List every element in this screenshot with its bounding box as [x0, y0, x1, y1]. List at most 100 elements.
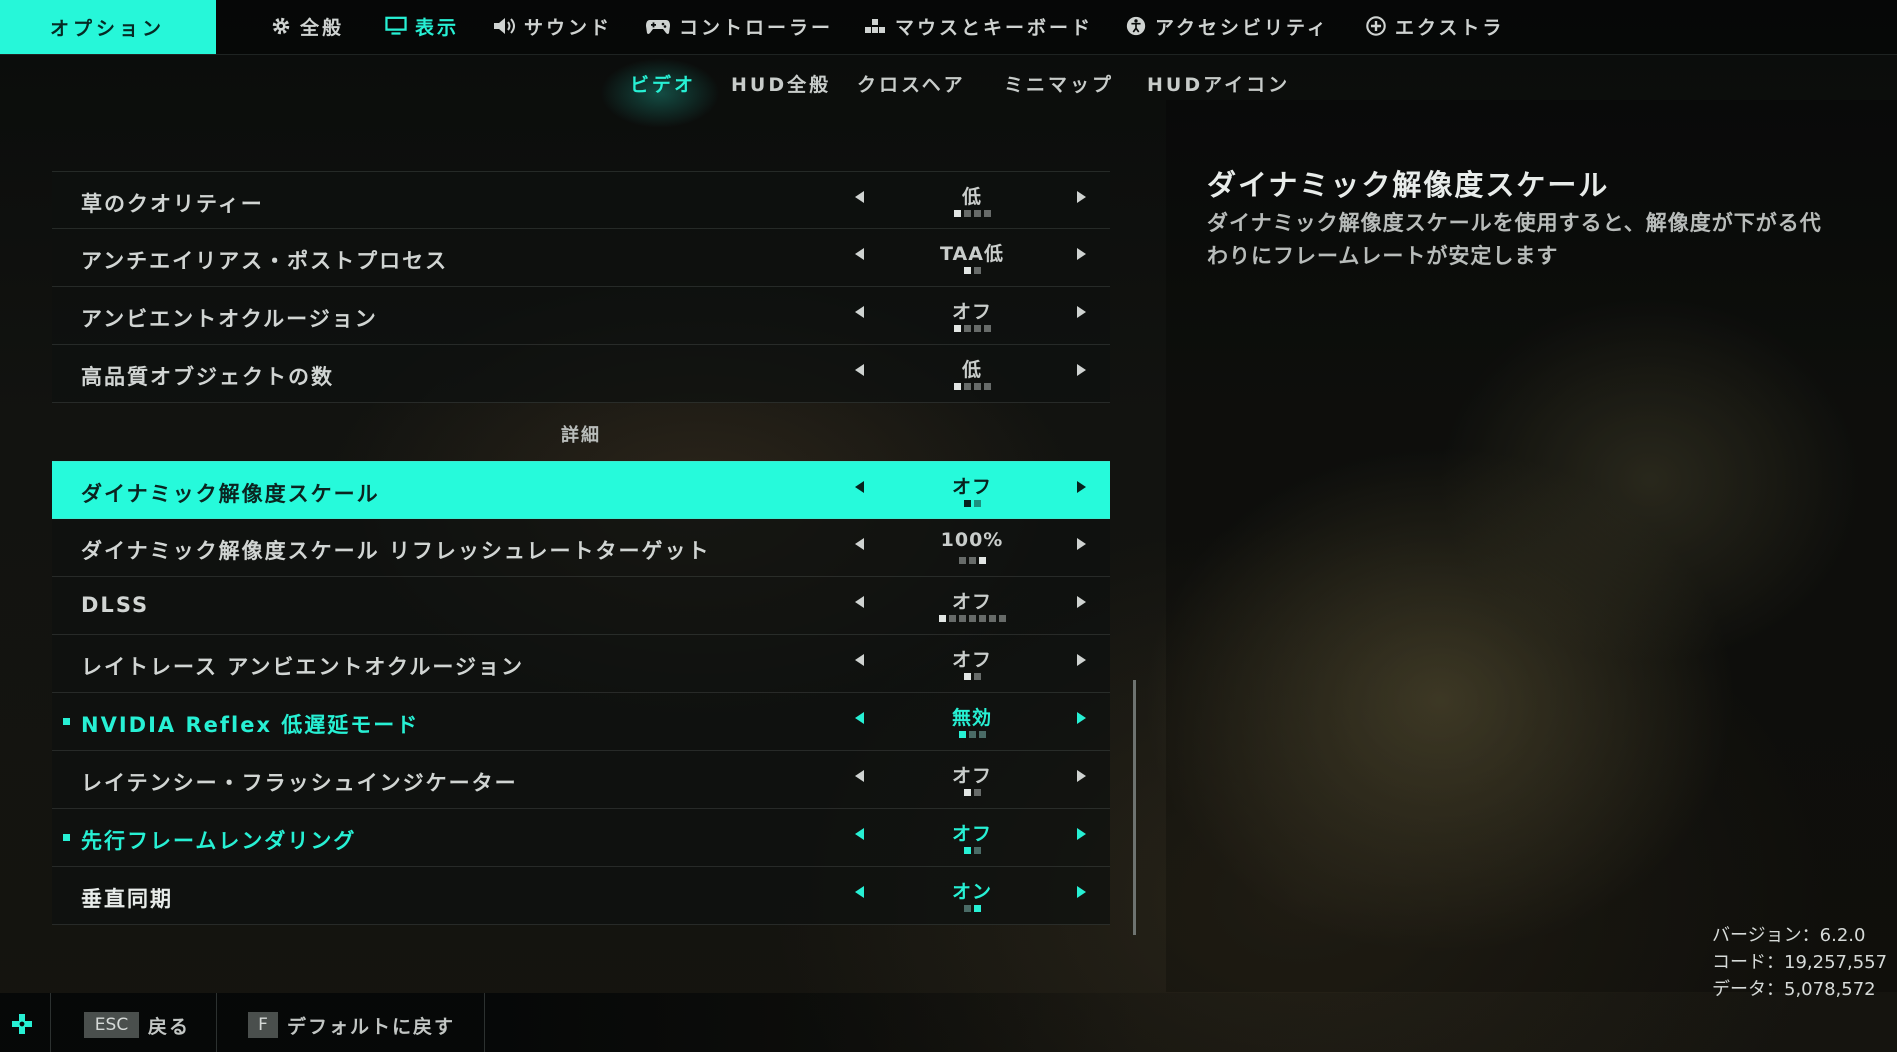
value-pip [973, 673, 981, 680]
value-pip [968, 615, 976, 622]
arrow-left-icon[interactable] [855, 828, 864, 840]
subtab-crosshair[interactable]: クロスヘア [857, 70, 966, 97]
setting-label: 高品質オブジェクトの数 [81, 365, 334, 389]
setting-row-raytrace-ao[interactable]: レイトレース アンビエントオクルージョン オフ [52, 635, 1110, 693]
setting-row-dynamic-resolution[interactable]: ダイナミック解像度スケール オフ [52, 461, 1110, 519]
arrow-right-icon[interactable] [1077, 306, 1086, 318]
tab-accessibility-label: アクセシビリティ [1155, 16, 1329, 39]
setting-label: NVIDIA Reflex 低遅延モード [81, 713, 420, 737]
arrow-right-icon[interactable] [1077, 481, 1086, 493]
setting-row-ambient-occlusion[interactable]: アンビエントオクルージョン オフ [52, 287, 1110, 345]
arrow-right-icon[interactable] [1077, 712, 1086, 724]
speaker-icon [494, 18, 515, 34]
setting-value: オフ [951, 591, 992, 613]
arrow-right-icon[interactable] [1077, 770, 1086, 782]
arrow-right-icon[interactable] [1077, 364, 1086, 376]
value-pip [963, 789, 971, 796]
arrow-right-icon[interactable] [1077, 191, 1086, 203]
tab-general[interactable]: 全般 [270, 0, 344, 52]
arrow-right-icon[interactable] [1077, 248, 1086, 260]
setting-row-anti-aliasing[interactable]: アンチエイリアス・ポストプロセス TAA低 [52, 229, 1110, 287]
arrow-left-icon[interactable] [855, 596, 864, 608]
value-pip [973, 383, 981, 390]
tab-accessibility[interactable]: アクセシビリティ [1125, 0, 1329, 52]
value-pip [973, 789, 981, 796]
arrow-right-icon[interactable] [1077, 596, 1086, 608]
subtab-video[interactable]: ビデオ [630, 70, 696, 97]
bottom-divider [484, 993, 485, 1052]
value-pip [983, 383, 991, 390]
value-pip [958, 557, 966, 564]
setting-value: オフ [951, 301, 992, 323]
value-pips [872, 267, 1072, 274]
setting-value: 低 [961, 186, 982, 208]
arrow-left-icon[interactable] [855, 770, 864, 782]
setting-label: 垂直同期 [81, 887, 173, 911]
value-pip [978, 615, 986, 622]
tab-controller-label: コントローラー [679, 16, 834, 39]
value-pip [973, 325, 981, 332]
tab-mouse-keyboard-label: マウスとキーボード [895, 16, 1094, 39]
arrow-left-icon[interactable] [855, 654, 864, 666]
arrow-right-icon[interactable] [1077, 828, 1086, 840]
setting-label: 草のクオリティー [81, 192, 264, 216]
arrow-right-icon[interactable] [1077, 886, 1086, 898]
setting-value: 100% [940, 529, 1004, 551]
value-pips [872, 905, 1072, 912]
tab-display[interactable]: 表示 [385, 0, 459, 52]
subtab-hud-icons[interactable]: HUDアイコン [1147, 70, 1290, 97]
value-pip [973, 267, 981, 274]
changed-indicator [63, 834, 70, 841]
tab-extra[interactable]: エクストラ [1365, 0, 1504, 52]
value-pips [872, 210, 1072, 217]
arrow-left-icon[interactable] [855, 886, 864, 898]
value-pip [953, 325, 961, 332]
setting-row-grass-quality[interactable]: 草のクオリティー 低 [52, 171, 1110, 229]
arrow-right-icon[interactable] [1077, 654, 1086, 666]
subtab-hud-general[interactable]: HUD全般 [731, 70, 831, 97]
setting-row-future-frame[interactable]: 先行フレームレンダリング オフ [52, 809, 1110, 867]
back-button[interactable]: 戻る [148, 1012, 190, 1039]
setting-row-vsync[interactable]: 垂直同期 オン [52, 867, 1110, 925]
settings-scrollbar[interactable] [1133, 680, 1136, 935]
arrow-left-icon[interactable] [855, 364, 864, 376]
tab-controller[interactable]: コントローラー [645, 0, 833, 52]
arrow-left-icon[interactable] [855, 306, 864, 318]
setting-row-object-count[interactable]: 高品質オブジェクトの数 低 [52, 345, 1110, 403]
options-title-tab[interactable]: オプション [0, 0, 216, 54]
setting-label: レイテンシー・フラッシュインジケーター [81, 771, 518, 795]
setting-row-nvidia-reflex[interactable]: NVIDIA Reflex 低遅延モード 無効 [52, 693, 1110, 751]
accessibility-icon [1126, 16, 1146, 36]
arrow-left-icon[interactable] [855, 248, 864, 260]
setting-row-dlss[interactable]: DLSS オフ [52, 577, 1110, 635]
value-pip [973, 847, 981, 854]
value-pip [968, 731, 976, 738]
value-pip [983, 325, 991, 332]
arrow-left-icon[interactable] [855, 191, 864, 203]
value-pips [872, 673, 1072, 680]
setting-value: オフ [951, 476, 992, 498]
value-pip [963, 500, 971, 507]
setting-value: オフ [951, 649, 992, 671]
subtab-minimap[interactable]: ミニマップ [1004, 70, 1114, 97]
value-pip [983, 210, 991, 217]
reset-default-button[interactable]: デフォルトに戻す [287, 1012, 455, 1039]
tab-sound[interactable]: サウンド [492, 0, 612, 52]
esc-key: ESC [84, 1012, 139, 1038]
setting-value: オン [951, 881, 992, 903]
setting-row-latency-flash[interactable]: レイテンシー・フラッシュインジケーター オフ [52, 751, 1110, 809]
tab-mouse-keyboard[interactable]: マウスとキーボード [863, 0, 1093, 52]
setting-label: DLSS [81, 593, 150, 617]
setting-row-dynamic-resolution-target[interactable]: ダイナミック解像度スケール リフレッシュレートターゲット 100% [52, 519, 1110, 577]
value-pips [872, 500, 1072, 507]
arrow-left-icon[interactable] [855, 538, 864, 550]
description-text: ダイナミック解像度スケールを使用すると、解像度が下がる代わりにフレームレートが安… [1207, 211, 1822, 268]
arrow-left-icon[interactable] [855, 712, 864, 724]
settings-list: 草のクオリティー 低 アンチエイリアス・ポストプロセス TAA低 アンビエントオ… [52, 171, 1110, 925]
value-pip [958, 731, 966, 738]
value-pip [958, 615, 966, 622]
value-pip [948, 615, 956, 622]
tab-sound-label: サウンド [524, 16, 613, 39]
arrow-left-icon[interactable] [855, 481, 864, 493]
arrow-right-icon[interactable] [1077, 538, 1086, 550]
